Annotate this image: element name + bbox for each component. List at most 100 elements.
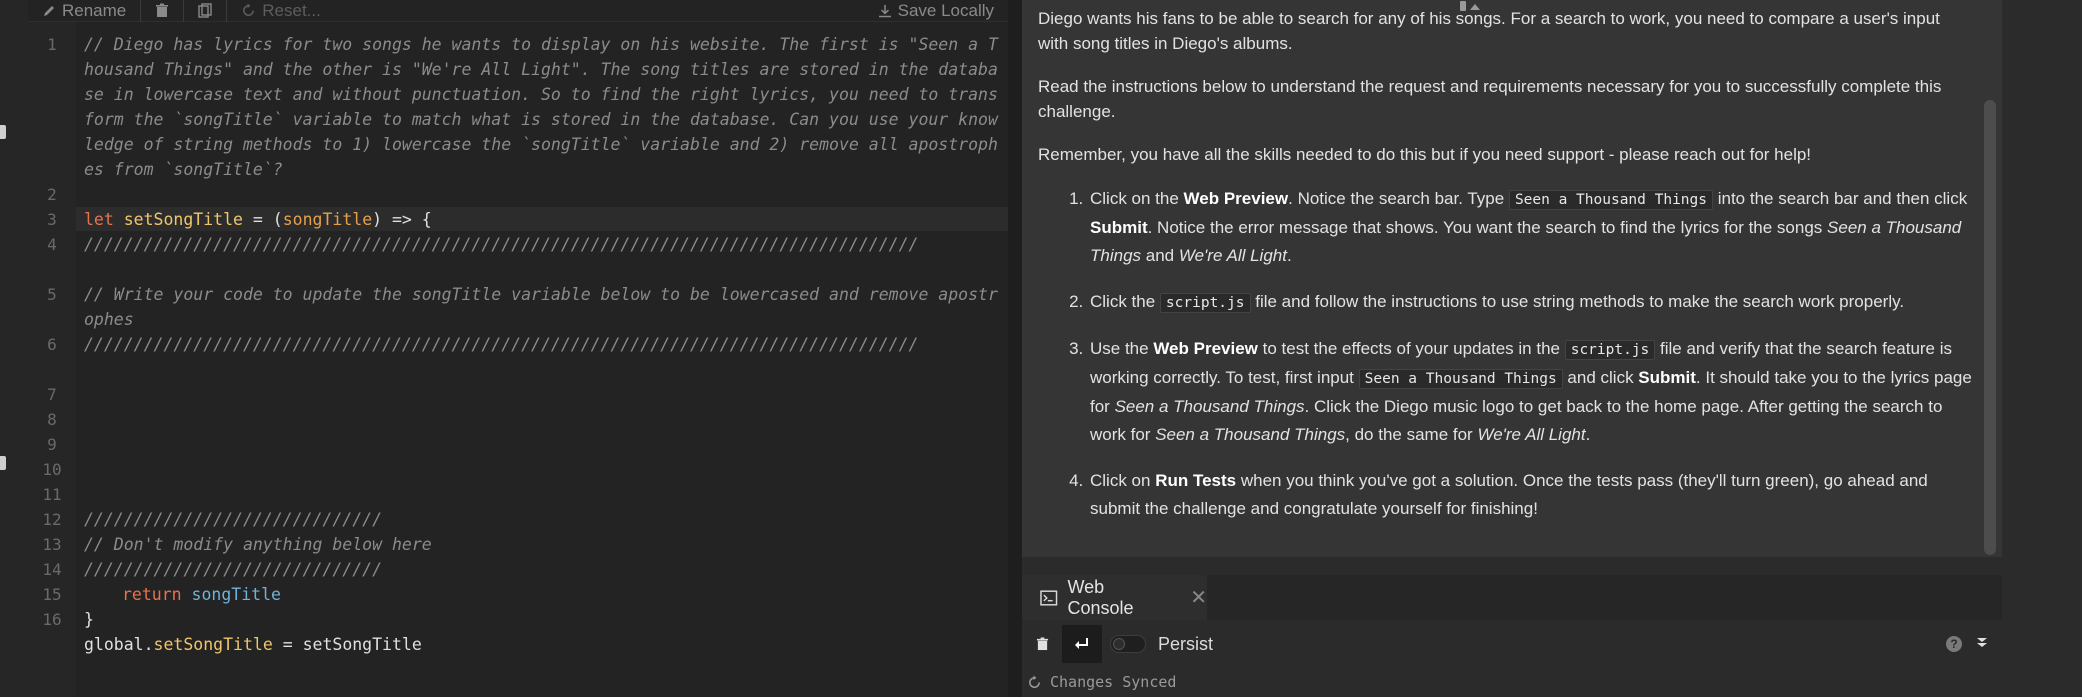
code-comment: // Don't modify anything below here xyxy=(84,535,432,554)
save-locally-button[interactable]: Save Locally xyxy=(864,0,1008,22)
arrow: ) => { xyxy=(372,210,432,229)
step-text: Click on xyxy=(1090,471,1156,490)
step-text: . xyxy=(1286,246,1292,265)
clear-console-button[interactable] xyxy=(1022,625,1062,663)
intro-paragraph: Diego wants his fans to be able to searc… xyxy=(1038,9,1940,53)
object: global. xyxy=(84,635,154,654)
step-item: Click the script.js file and follow the … xyxy=(1088,288,1973,317)
download-icon xyxy=(878,4,891,17)
tab-web-console[interactable]: Web Console ✕ xyxy=(1022,575,1207,620)
code-line: } xyxy=(84,610,94,629)
code-comment: // Diego has lyrics for two songs he wan… xyxy=(84,35,998,179)
code-comment: ////////////////////////////////////////… xyxy=(84,335,919,354)
right-margin xyxy=(2002,0,2082,697)
line-number: 11 xyxy=(42,485,62,504)
strip-marker xyxy=(0,456,6,470)
inline-code: Seen a Thousand Things xyxy=(1358,369,1563,389)
line-number: 4 xyxy=(47,235,57,254)
line-number: 12 xyxy=(42,510,62,529)
value: setSongTitle xyxy=(302,635,422,654)
step-bold: Run Tests xyxy=(1155,471,1237,490)
save-locally-label: Save Locally xyxy=(897,0,994,20)
line-number: 15 xyxy=(42,585,62,604)
step-bold: Web Preview xyxy=(1153,339,1258,358)
line-number: 10 xyxy=(42,460,62,479)
operator: = xyxy=(272,635,303,654)
step-italic: We're All Light xyxy=(1178,246,1287,265)
line-number: 9 xyxy=(47,435,57,454)
step-text: into the search bar and then click xyxy=(1713,189,1968,208)
strip-marker xyxy=(0,125,6,139)
tab-label: Web Console xyxy=(1067,576,1134,618)
instructions-scrollbar[interactable] xyxy=(1984,100,1996,555)
help-icon[interactable]: ? xyxy=(1946,636,1962,652)
step-text: Click on the xyxy=(1090,189,1184,208)
return-arrow-icon xyxy=(1075,638,1088,649)
step-text: and xyxy=(1141,246,1179,265)
rename-label: Rename xyxy=(62,0,127,20)
code-line: return songTitle xyxy=(122,582,1000,607)
step-text: Click the xyxy=(1090,292,1160,311)
property: setSongTitle xyxy=(153,635,273,654)
line-number-gutter: 1 2 3 4 5 6 7 8 9 10 11 12 13 14 15 16 xyxy=(28,22,76,697)
code-line: global.setSongTitle = setSongTitle xyxy=(84,632,1000,657)
step-italic: We're All Light xyxy=(1477,425,1586,444)
inline-code: script.js xyxy=(1564,340,1656,360)
resize-handle[interactable] xyxy=(1458,0,1494,12)
pane-divider[interactable] xyxy=(1008,0,1022,697)
editor-toolbar: Rename Reset... Save Locally xyxy=(28,0,1008,22)
line-number: 14 xyxy=(42,560,62,579)
toggle-knob xyxy=(1113,638,1125,650)
code-editor[interactable]: Rename Reset... Save Locally 1 2 3 4 5 6… xyxy=(28,0,1008,697)
code-comment: // Write your code to update the songTit… xyxy=(84,285,998,329)
parameter: songTitle xyxy=(282,210,373,229)
trash-icon xyxy=(1036,637,1048,651)
line-number: 5 xyxy=(47,285,57,304)
identifier: songTitle xyxy=(191,585,281,604)
step-text: to test the effects of your updates in t… xyxy=(1257,339,1565,358)
code-comment: ////////////////////////////// xyxy=(84,560,383,579)
step-italic: Seen a Thousand Things xyxy=(1114,397,1305,416)
sync-icon xyxy=(1029,674,1040,688)
step-text: file and follow the instructions to use … xyxy=(1250,292,1905,311)
delete-button[interactable] xyxy=(141,0,185,22)
double-chevron-down-icon xyxy=(1977,638,1987,647)
console-toolbar: Persist ? xyxy=(1022,625,2002,663)
step-bold: Submit xyxy=(1090,218,1148,237)
intro-paragraph: Remember, you have all the skills needed… xyxy=(1038,145,1812,164)
line-number: 3 xyxy=(47,210,57,229)
copy-button[interactable] xyxy=(184,0,228,22)
rename-button[interactable]: Rename xyxy=(28,0,142,22)
step-item: Click on Run Tests when you think you've… xyxy=(1088,467,1973,523)
terminal-icon xyxy=(1040,589,1058,606)
line-number: 8 xyxy=(47,410,57,429)
resize-arrow-icon xyxy=(1460,1,1480,11)
step-text: , do the same for xyxy=(1345,425,1478,444)
code-area[interactable]: // Diego has lyrics for two songs he wan… xyxy=(76,22,1008,697)
left-activity-strip xyxy=(0,0,28,697)
reset-label: Reset... xyxy=(262,0,321,20)
instructions-panel: Diego wants his fans to be able to searc… xyxy=(1022,0,2002,557)
keyword: return xyxy=(122,585,182,604)
line-number: 13 xyxy=(42,535,62,554)
step-italic: Seen a Thousand Things xyxy=(1155,425,1346,444)
inline-code: script.js xyxy=(1159,293,1251,313)
instructions-content: Diego wants his fans to be able to searc… xyxy=(1038,0,1973,541)
step-text: . Notice the error message that shows. Y… xyxy=(1147,218,1828,237)
code-line: let setSongTitle = (songTitle) => { xyxy=(84,207,1000,232)
persist-label: Persist xyxy=(1158,633,1214,654)
step-text: . xyxy=(1585,425,1591,444)
operator: = ( xyxy=(242,210,283,229)
wrap-lines-button[interactable] xyxy=(1062,625,1102,663)
console-tab-bar: Web Console ✕ xyxy=(1022,575,2002,620)
sync-status-label: Changes Synced xyxy=(1050,673,1177,691)
pencil-icon xyxy=(44,5,54,16)
close-tab-icon[interactable]: ✕ xyxy=(1190,585,1207,610)
steps-list: Click on the Web Preview. Notice the sea… xyxy=(1038,185,1973,523)
step-text: and click xyxy=(1562,368,1639,387)
step-item: Use the Web Preview to test the effects … xyxy=(1088,335,1973,449)
collapse-console-icon[interactable] xyxy=(1962,636,2002,652)
persist-toggle[interactable] xyxy=(1110,635,1146,653)
code-comment: ////////////////////////////////////////… xyxy=(84,235,919,254)
reset-button[interactable]: Reset... xyxy=(227,0,335,22)
